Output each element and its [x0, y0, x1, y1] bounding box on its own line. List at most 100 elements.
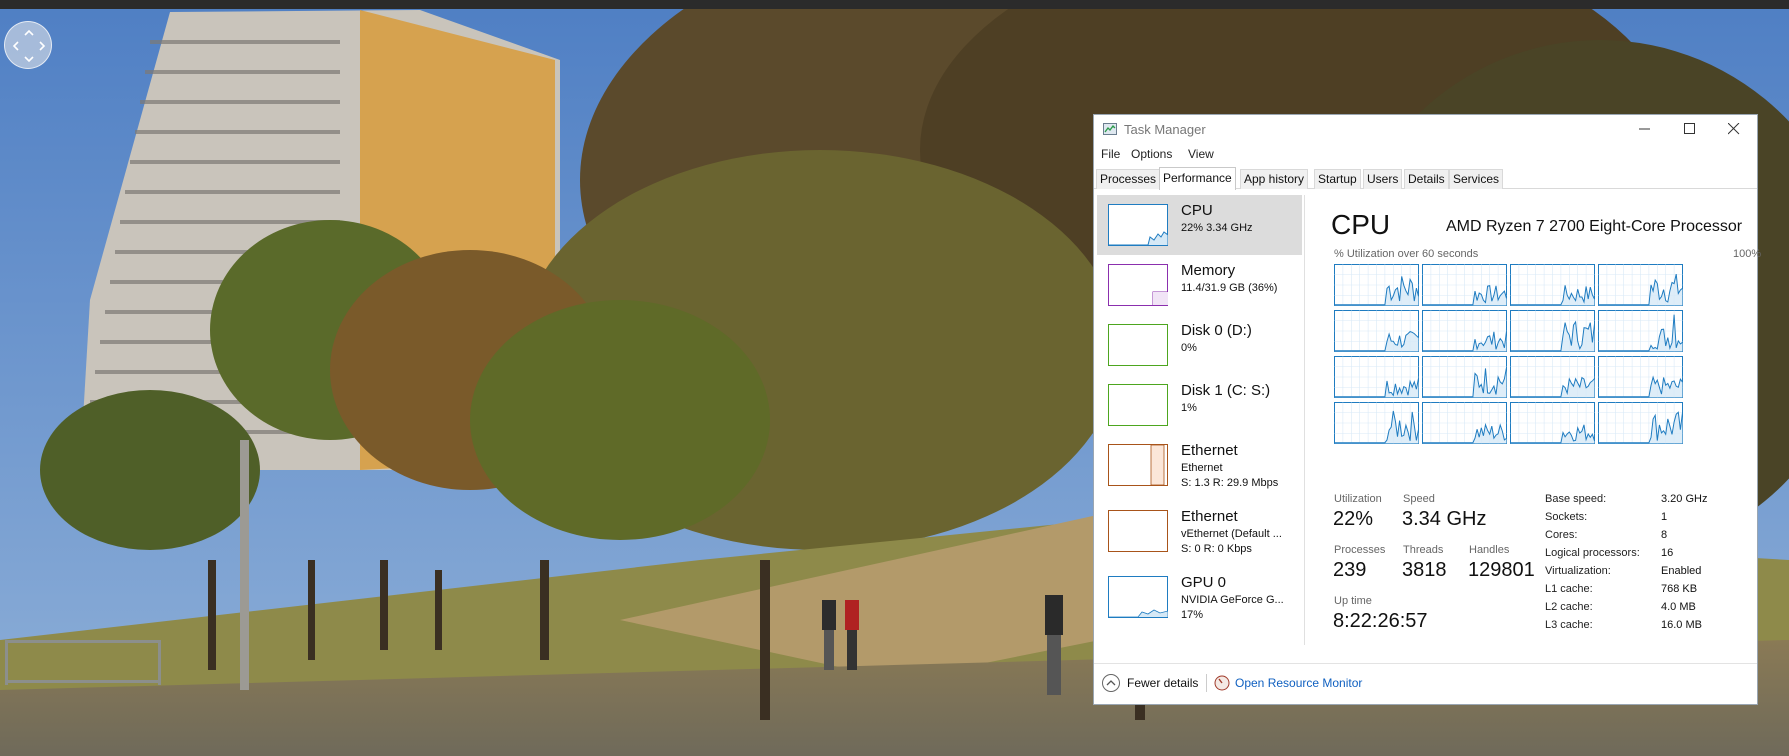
sidebar-item-detail: 1% — [1181, 402, 1197, 414]
sidebar-item-name: Ethernet — [1181, 442, 1238, 459]
sidebar-item-name: Ethernet — [1181, 508, 1238, 525]
adapter-throughput: S: 1.3 R: 29.9 Mbps — [1181, 477, 1279, 489]
sidebar-item-gpu-0[interactable]: GPU 0 NVIDIA GeForce G... 17% — [1097, 567, 1302, 627]
tab-startup[interactable]: Startup — [1314, 169, 1361, 189]
info-value: 3.20 GHz — [1661, 493, 1708, 505]
adapter-name: vEthernet (Default ... — [1181, 528, 1282, 540]
logical-processor-graph — [1598, 402, 1683, 444]
speed-value: 3.34 GHz — [1402, 508, 1487, 530]
info-key: L1 cache: — [1545, 583, 1593, 595]
cpu-graph-grid — [1334, 264, 1683, 444]
gpu-model: NVIDIA GeForce G... — [1181, 594, 1284, 606]
sidebar-item-name: Disk 0 (D:) — [1181, 322, 1252, 339]
logical-processor-graph — [1334, 402, 1419, 444]
logical-processor-graph — [1422, 310, 1507, 352]
sidebar-item-ethernet[interactable]: Ethernet Ethernet S: 1.3 R: 29.9 Mbps — [1097, 435, 1302, 495]
resource-monitor-icon — [1214, 675, 1230, 691]
logical-processor-graphs — [1334, 264, 1730, 467]
info-key: L3 cache: — [1545, 619, 1593, 631]
task-manager-window: Task Manager File Options View Processes… — [1093, 114, 1762, 705]
info-key: L2 cache: — [1545, 601, 1593, 613]
vethernet-thumbnail-graph — [1108, 510, 1168, 552]
window-title: Task Manager — [1124, 122, 1206, 137]
sidebar-divider — [1304, 195, 1305, 645]
logical-processor-graph — [1598, 356, 1683, 398]
processes-label: Processes — [1334, 544, 1386, 556]
sidebar-item-name: Memory — [1181, 262, 1236, 279]
close-icon — [1728, 123, 1740, 135]
minimize-icon — [1639, 128, 1650, 130]
speed-label: Speed — [1403, 493, 1435, 505]
footer-divider — [1206, 674, 1207, 692]
sidebar-item-detail: 11.4/31.9 GB (36%) — [1181, 282, 1278, 294]
threads-value: 3818 — [1402, 559, 1447, 581]
menu-bar: File Options View — [1094, 143, 1757, 165]
info-value: 1 — [1661, 511, 1668, 523]
tab-processes[interactable]: Processes — [1096, 169, 1161, 189]
minimize-button[interactable] — [1623, 115, 1668, 143]
sidebar-item-detail: vEthernet (Default ... S: 0 R: 0 Kbps — [1181, 527, 1282, 557]
handles-label: Handles — [1469, 544, 1510, 556]
maximize-button[interactable] — [1668, 115, 1713, 143]
tab-details[interactable]: Details — [1404, 169, 1449, 189]
info-key: Base speed: — [1545, 493, 1607, 505]
pan-control[interactable] — [4, 21, 52, 69]
adapter-name: Ethernet — [1181, 462, 1223, 474]
logical-processor-graph — [1598, 310, 1683, 352]
info-value: 4.0 MB — [1661, 601, 1696, 613]
sidebar-item-disk-1[interactable]: Disk 1 (C: S:) 1% — [1097, 375, 1302, 435]
sidebar-item-disk-0[interactable]: Disk 0 (D:) 0% — [1097, 315, 1302, 375]
gpu-thumbnail-graph — [1108, 576, 1168, 618]
logical-processor-graph — [1334, 264, 1419, 306]
uptime-value: 8:22:26:57 — [1333, 610, 1428, 632]
top-bar — [0, 0, 1789, 9]
sidebar-item-name: GPU 0 — [1181, 574, 1227, 591]
panel-title: CPU — [1331, 209, 1391, 240]
chevron-up-icon — [1102, 674, 1120, 692]
menu-options[interactable]: Options — [1131, 147, 1172, 161]
open-resource-monitor-link[interactable]: Open Resource Monitor — [1235, 676, 1362, 690]
logical-processor-graph — [1334, 310, 1419, 352]
sidebar-item-detail: 0% — [1181, 342, 1197, 354]
menu-view[interactable]: View — [1188, 147, 1214, 161]
sidebar-item-name: CPU — [1181, 202, 1213, 219]
disk-1-thumbnail-graph — [1108, 384, 1168, 426]
logical-processor-graph — [1334, 356, 1419, 398]
info-value: 768 KB — [1661, 583, 1698, 595]
close-button[interactable] — [1712, 115, 1757, 143]
adapter-throughput: S: 0 R: 0 Kbps — [1181, 543, 1252, 555]
sidebar-item-memory[interactable]: Memory 11.4/31.9 GB (36%) — [1097, 255, 1302, 315]
menu-file[interactable]: File — [1101, 147, 1120, 161]
uptime-label: Up time — [1334, 595, 1372, 607]
tab-app-history[interactable]: App history — [1240, 169, 1309, 189]
tab-services[interactable]: Services — [1449, 169, 1504, 189]
disk-0-thumbnail-graph — [1108, 324, 1168, 366]
cpu-thumbnail-graph — [1108, 204, 1168, 246]
tab-performance[interactable]: Performance — [1159, 167, 1236, 190]
maximize-icon — [1684, 123, 1695, 134]
sidebar-item-vethernet[interactable]: Ethernet vEthernet (Default ... S: 0 R: 0… — [1097, 501, 1302, 561]
info-key: Sockets: — [1545, 511, 1588, 523]
fewer-details-label: Fewer details — [1127, 676, 1199, 690]
resource-sidebar: CPU 22% 3.34 GHz Memory 11.4/31.9 GB (36… — [1094, 195, 1304, 650]
sidebar-item-detail: Ethernet S: 1.3 R: 29.9 Mbps — [1181, 461, 1278, 491]
processes-value: 239 — [1333, 559, 1367, 581]
sidebar-item-cpu[interactable]: CPU 22% 3.34 GHz — [1097, 195, 1302, 255]
info-value: Enabled — [1661, 565, 1702, 577]
info-value: 16 — [1661, 547, 1674, 559]
tab-users[interactable]: Users — [1363, 169, 1403, 189]
threads-label: Threads — [1403, 544, 1444, 556]
handles-value: 129801 — [1468, 559, 1535, 581]
logical-processor-graph — [1510, 402, 1595, 444]
graph-max-label: 100% — [1733, 248, 1762, 260]
title-bar[interactable]: Task Manager — [1094, 115, 1757, 143]
info-key: Cores: — [1545, 529, 1578, 541]
pan-arrows-icon — [12, 29, 46, 63]
info-value: 16.0 MB — [1661, 619, 1702, 631]
graph-caption: % Utilization over 60 seconds — [1334, 248, 1479, 260]
logical-processor-graph — [1510, 356, 1595, 398]
info-key: Virtualization: — [1545, 565, 1611, 577]
utilization-label: Utilization — [1334, 493, 1382, 505]
logical-processor-graph — [1510, 264, 1595, 306]
task-manager-icon — [1103, 123, 1117, 135]
